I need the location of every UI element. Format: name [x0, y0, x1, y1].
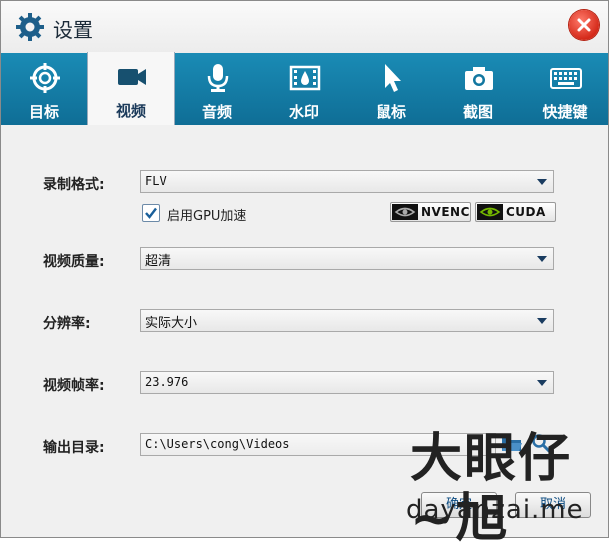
tab-label: 音频 [201, 103, 232, 121]
keyboard-icon [550, 68, 582, 89]
nvenc-badge: NVENC [390, 202, 471, 222]
tab-bar: 目标 视频 音频 水印 鼠标 截图 快捷键 [1, 52, 608, 125]
resolution-value: 实际大小 [145, 316, 198, 331]
gpu-acceleration-checkbox[interactable] [142, 204, 160, 222]
cuda-text: CUDA [506, 205, 546, 219]
close-button[interactable] [569, 10, 599, 40]
tab-label: 快捷键 [542, 103, 588, 121]
chevron-down-icon [537, 179, 547, 185]
settings-window: 设置 目标 视频 音频 水印 鼠标 截图 快捷键 录制格式: FLV 启用GPU… [0, 0, 609, 549]
title-bar: 设置 [1, 1, 608, 53]
tab-screenshot[interactable]: 截图 [435, 53, 521, 125]
ok-button[interactable]: 确定 [421, 492, 497, 518]
mouse-cursor-icon [385, 64, 401, 92]
output-dir-field[interactable]: C:\Users\cong\Videos [140, 433, 496, 456]
format-label: 录制格式: [43, 177, 105, 193]
tab-label: 截图 [462, 103, 493, 121]
chevron-down-icon [537, 380, 547, 386]
gear-icon [16, 13, 44, 41]
resolution-label: 分辨率: [43, 316, 91, 332]
resolution-select[interactable]: 实际大小 [140, 309, 554, 332]
output-dir-value: C:\Users\cong\Videos [145, 437, 290, 451]
tab-video[interactable]: 视频 [87, 52, 175, 125]
search-icon[interactable] [531, 433, 551, 453]
format-value: FLV [145, 174, 167, 188]
video-camera-icon [118, 69, 146, 85]
folder-open-icon[interactable] [501, 435, 523, 453]
quality-select[interactable]: 超清 [140, 247, 554, 270]
framerate-label: 视频帧率: [43, 378, 105, 394]
watermark-film-icon [289, 65, 321, 91]
tab-label: 鼠标 [375, 103, 406, 121]
quality-value: 超清 [145, 254, 172, 269]
nvidia-eye-icon [477, 204, 503, 220]
nvidia-eye-icon [392, 204, 418, 220]
quality-label: 视频质量: [43, 254, 105, 270]
target-icon [30, 63, 60, 93]
tab-label: 视频 [115, 102, 146, 120]
cancel-button[interactable]: 取消 [515, 492, 591, 518]
nvenc-text: NVENC [421, 205, 470, 219]
framerate-value: 23.976 [145, 375, 189, 389]
checkmark-icon [145, 207, 157, 219]
gpu-acceleration-label: 启用GPU加速 [167, 209, 247, 224]
window-title: 设置 [53, 18, 93, 42]
tab-label: 水印 [288, 103, 319, 121]
chevron-down-icon [537, 318, 547, 324]
tab-label: 目标 [28, 103, 59, 121]
framerate-select[interactable]: 23.976 [140, 371, 554, 394]
microphone-icon [207, 64, 229, 92]
cuda-badge: CUDA [475, 202, 556, 222]
tab-audio[interactable]: 音频 [174, 53, 260, 125]
tab-hotkeys[interactable]: 快捷键 [522, 53, 608, 125]
tab-mouse[interactable]: 鼠标 [348, 53, 434, 125]
tab-target[interactable]: 目标 [1, 53, 87, 125]
camera-icon [465, 67, 493, 90]
chevron-down-icon [537, 256, 547, 262]
tab-watermark[interactable]: 水印 [261, 53, 347, 125]
format-select[interactable]: FLV [140, 170, 554, 193]
close-icon [577, 18, 591, 32]
output-dir-label: 输出目录: [43, 440, 105, 456]
